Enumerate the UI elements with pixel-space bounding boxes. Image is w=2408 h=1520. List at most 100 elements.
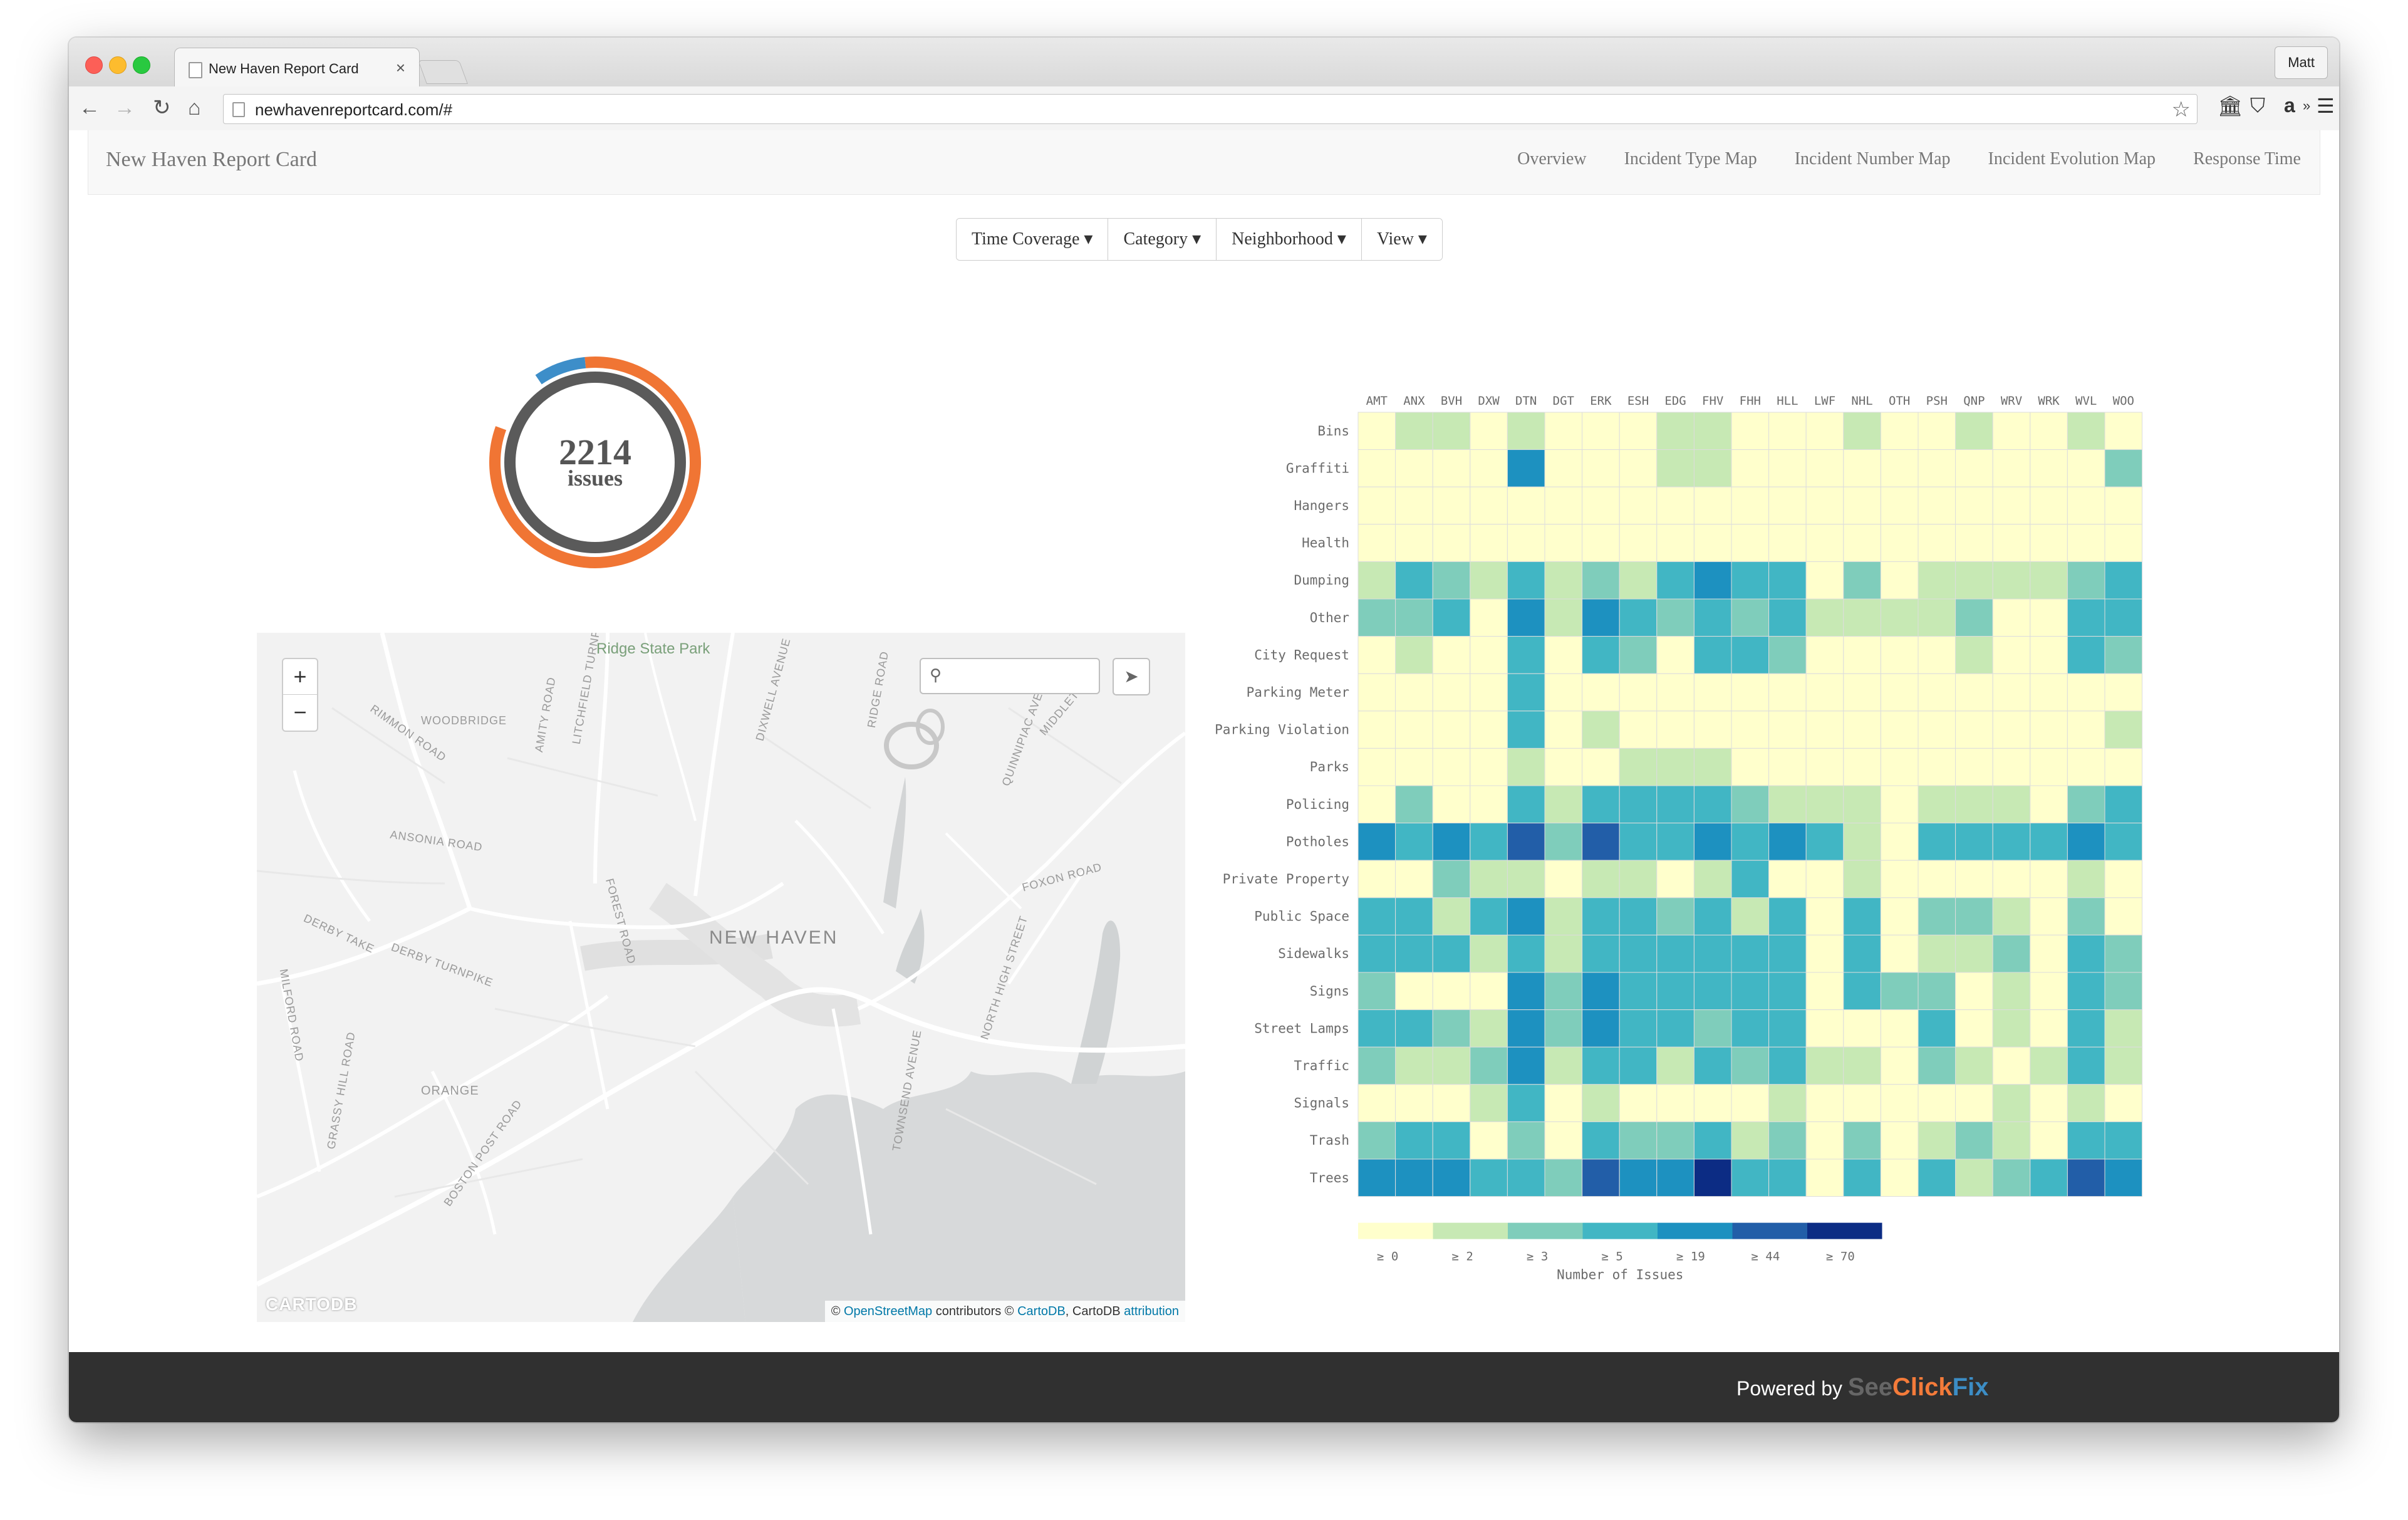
heatmap-cell[interactable]: [1880, 598, 1919, 637]
heatmap-cell[interactable]: [2067, 785, 2105, 824]
heatmap-cell[interactable]: [1768, 561, 1807, 600]
map-panel[interactable]: Ridge State Park NEW HAVEN ORANGE WOODBR…: [257, 633, 1185, 1322]
heatmap-cell[interactable]: [1880, 747, 1919, 786]
heatmap-cell[interactable]: [1470, 412, 1508, 450]
heatmap-cell[interactable]: [1731, 1084, 1770, 1122]
heatmap-cell[interactable]: [2104, 747, 2143, 786]
heatmap-cell[interactable]: [1432, 598, 1471, 637]
heatmap-cell[interactable]: [1805, 1084, 1844, 1122]
heatmap-cell[interactable]: [2104, 972, 2143, 1011]
heatmap-cell[interactable]: [1731, 785, 1770, 824]
heatmap-cell[interactable]: [1992, 561, 2031, 600]
heatmap-cell[interactable]: [1544, 524, 1583, 562]
heatmap-cell[interactable]: [1470, 972, 1508, 1011]
heatmap-cell[interactable]: [1470, 636, 1508, 674]
heatmap-cell[interactable]: [1693, 412, 1732, 450]
heatmap-cell[interactable]: [1432, 934, 1471, 973]
heatmap-cell[interactable]: [1432, 1121, 1471, 1160]
heatmap-cell[interactable]: [1395, 412, 1433, 450]
heatmap-cell[interactable]: [1395, 1084, 1433, 1122]
close-window-button[interactable]: [85, 56, 103, 74]
heatmap-cell[interactable]: [1768, 711, 1807, 749]
heatmap-cell[interactable]: [1357, 747, 1396, 786]
heatmap-cell[interactable]: [1918, 412, 1956, 450]
heatmap-cell[interactable]: [1805, 1046, 1844, 1085]
heatmap-cell[interactable]: [1395, 897, 1433, 935]
heatmap-cell[interactable]: [1955, 972, 1993, 1011]
heatmap-cell[interactable]: [1843, 598, 1881, 637]
heatmap-cell[interactable]: [1992, 412, 2031, 450]
heatmap-cell[interactable]: [1805, 636, 1844, 674]
heatmap-cell[interactable]: [2067, 486, 2105, 525]
heatmap-cell[interactable]: [1880, 524, 1919, 562]
heatmap-cell[interactable]: [1619, 524, 1658, 562]
heatmap-cell[interactable]: [1395, 673, 1433, 712]
heatmap-cell[interactable]: [1992, 711, 2031, 749]
heatmap-cell[interactable]: [1880, 1121, 1919, 1160]
heatmap-cell[interactable]: [1805, 823, 1844, 861]
heatmap-cell[interactable]: [1507, 524, 1545, 562]
heatmap-cell[interactable]: [1656, 897, 1694, 935]
heatmap-cell[interactable]: [1731, 972, 1770, 1011]
heatmap-cell[interactable]: [1918, 673, 1956, 712]
heatmap-cell[interactable]: [1544, 1084, 1583, 1122]
heatmap-cell[interactable]: [1582, 897, 1620, 935]
heatmap-cell[interactable]: [1693, 823, 1732, 861]
heatmap-cell[interactable]: [1918, 561, 1956, 600]
heatmap-cell[interactable]: [1507, 1046, 1545, 1085]
time-coverage-dropdown[interactable]: Time Coverage ▾: [957, 219, 1109, 260]
heatmap-cell[interactable]: [1693, 897, 1732, 935]
heatmap-cell[interactable]: [1619, 1084, 1658, 1122]
menu-icon[interactable]: ☰: [2317, 94, 2335, 118]
heatmap-cell[interactable]: [1843, 486, 1881, 525]
heatmap-cell[interactable]: [1619, 972, 1658, 1011]
heatmap-cell[interactable]: [1507, 673, 1545, 712]
tab-close-icon[interactable]: ×: [396, 58, 405, 78]
heatmap-cell[interactable]: [1507, 636, 1545, 674]
heatmap-cell[interactable]: [1918, 1046, 1956, 1085]
heatmap-cell[interactable]: [2067, 636, 2105, 674]
heatmap-cell[interactable]: [1544, 636, 1583, 674]
heatmap-cell[interactable]: [1656, 1009, 1694, 1048]
heatmap-cell[interactable]: [1693, 1121, 1732, 1160]
heatmap-cell[interactable]: [1918, 711, 1956, 749]
heatmap-cell[interactable]: [1582, 449, 1620, 487]
heatmap-cell[interactable]: [1918, 636, 1956, 674]
heatmap-cell[interactable]: [2104, 486, 2143, 525]
heatmap-cell[interactable]: [1731, 524, 1770, 562]
heatmap-cell[interactable]: [1619, 860, 1658, 898]
heatmap-cell[interactable]: [1357, 1009, 1396, 1048]
heatmap-cell[interactable]: [1619, 412, 1658, 450]
heatmap-cell[interactable]: [1693, 561, 1732, 600]
heatmap-cell[interactable]: [1619, 486, 1658, 525]
heatmap-cell[interactable]: [1357, 524, 1396, 562]
heatmap-cell[interactable]: [1357, 1158, 1396, 1197]
heatmap-cell[interactable]: [1918, 1009, 1956, 1048]
heatmap-cell[interactable]: [2067, 524, 2105, 562]
heatmap-cell[interactable]: [1656, 711, 1694, 749]
heatmap-cell[interactable]: [1656, 1121, 1694, 1160]
heatmap-cell[interactable]: [2067, 598, 2105, 637]
heatmap-cell[interactable]: [2067, 1084, 2105, 1122]
heatmap-cell[interactable]: [2030, 524, 2068, 562]
heatmap-cell[interactable]: [2030, 785, 2068, 824]
heatmap-cell[interactable]: [1805, 711, 1844, 749]
heatmap-cell[interactable]: [1731, 598, 1770, 637]
heatmap-cell[interactable]: [2067, 1009, 2105, 1048]
heatmap-cell[interactable]: [1880, 711, 1919, 749]
heatmap-cell[interactable]: [1880, 785, 1919, 824]
heatmap-cell[interactable]: [1992, 524, 2031, 562]
heatmap-cell[interactable]: [2030, 636, 2068, 674]
heatmap-cell[interactable]: [1768, 449, 1807, 487]
heatmap-cell[interactable]: [1843, 1121, 1881, 1160]
heatmap-cell[interactable]: [2104, 412, 2143, 450]
heatmap-cell[interactable]: [1357, 412, 1396, 450]
category-dropdown[interactable]: Category ▾: [1108, 219, 1217, 260]
heatmap-cell[interactable]: [1693, 1158, 1732, 1197]
heatmap-cell[interactable]: [1656, 972, 1694, 1011]
heatmap-cell[interactable]: [1918, 747, 1956, 786]
heatmap-cell[interactable]: [1880, 412, 1919, 450]
heatmap-cell[interactable]: [1507, 823, 1545, 861]
heatmap-cell[interactable]: [2030, 412, 2068, 450]
heatmap-cell[interactable]: [1582, 1158, 1620, 1197]
